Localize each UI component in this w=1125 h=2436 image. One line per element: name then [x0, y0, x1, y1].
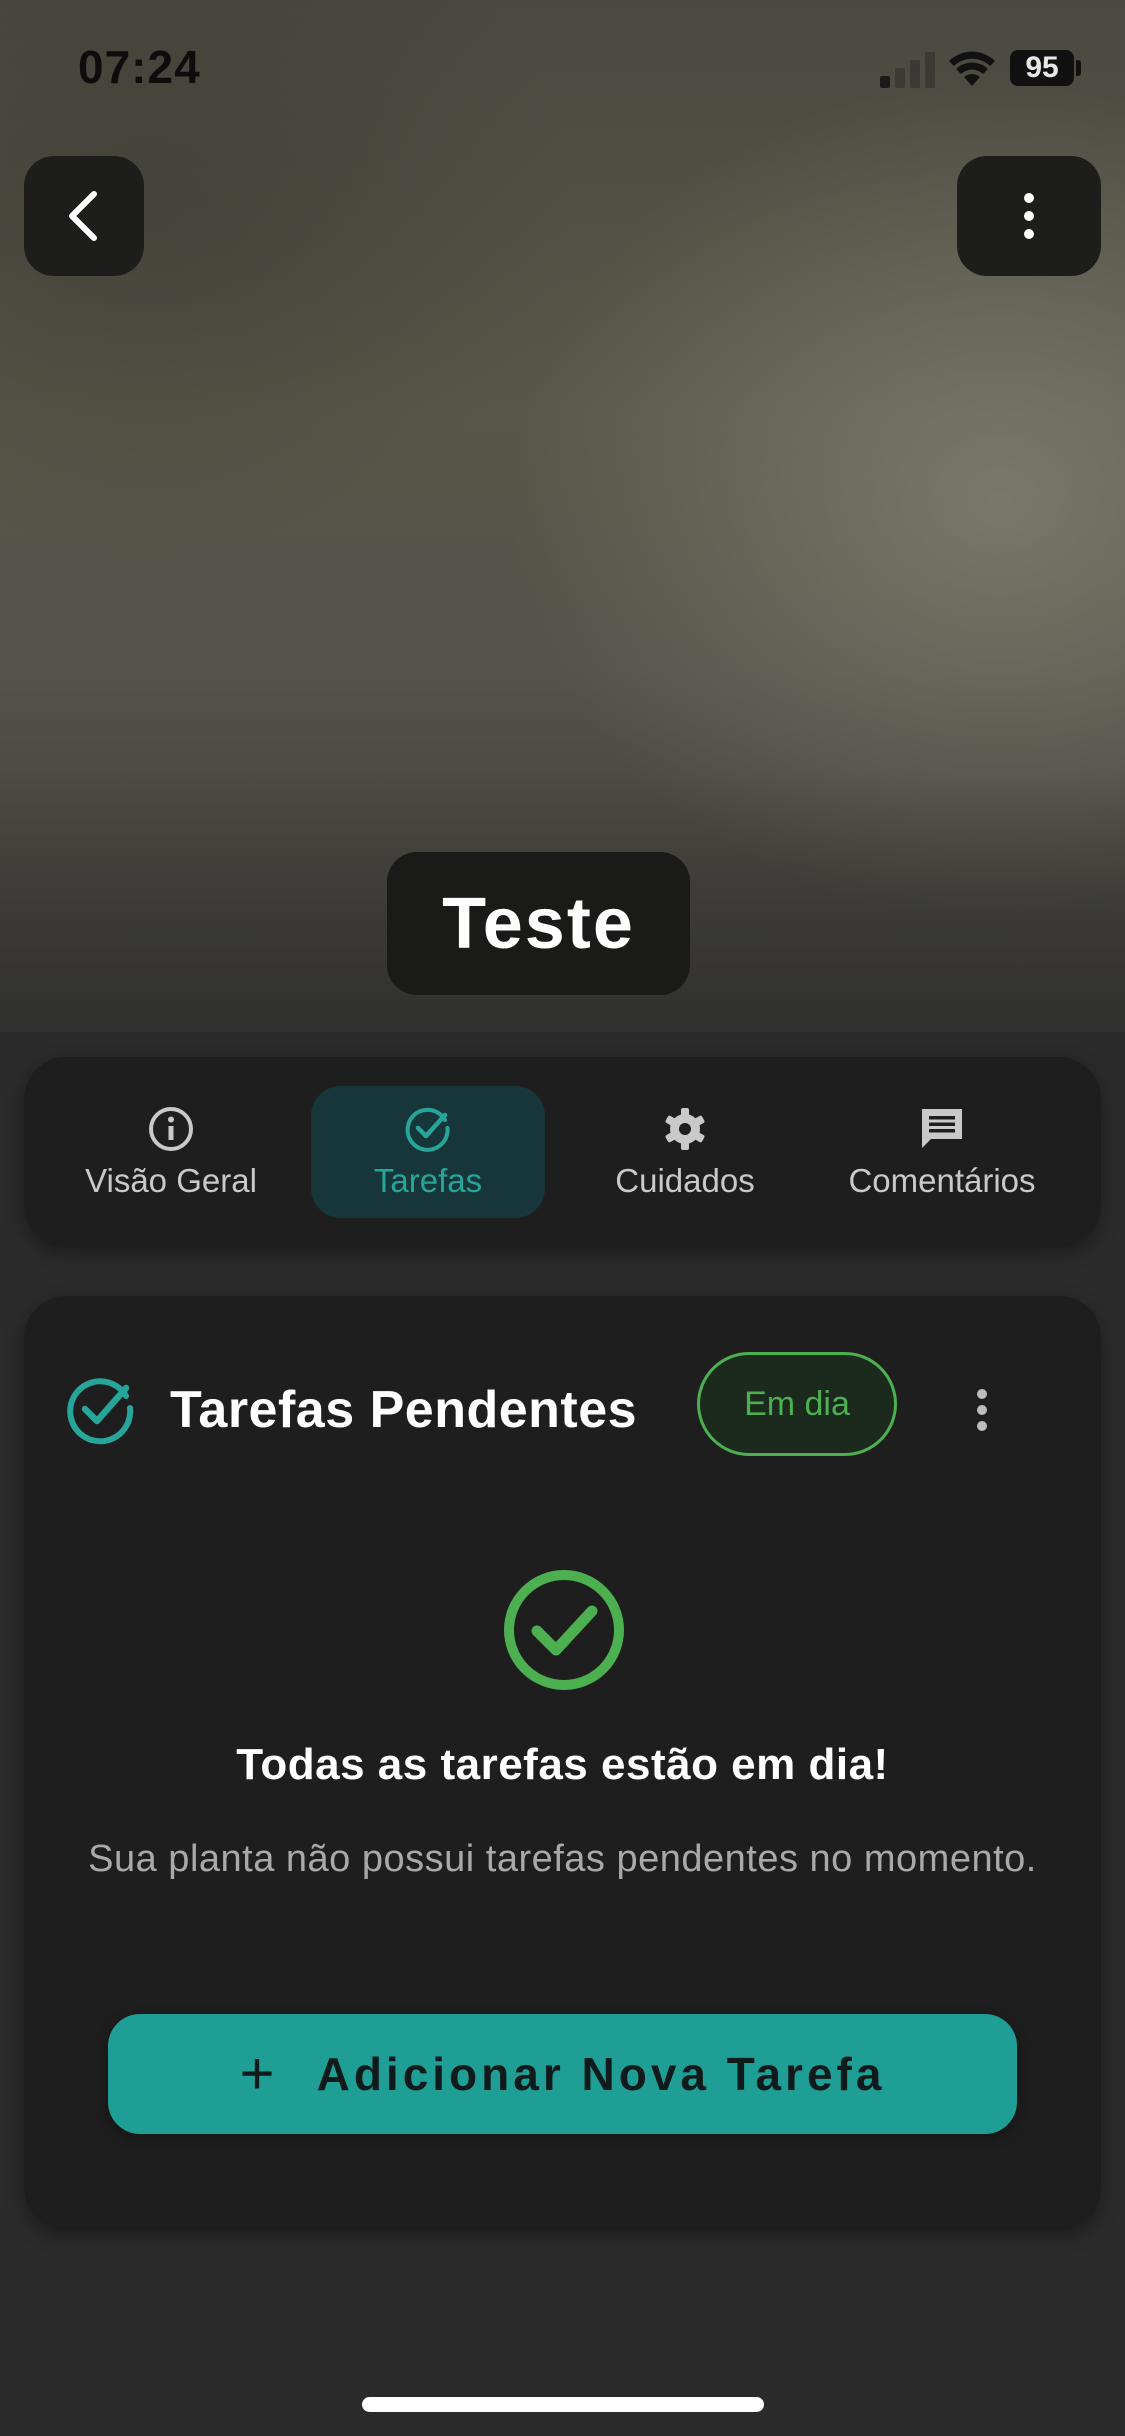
chevron-left-icon [69, 191, 97, 241]
more-vertical-icon [977, 1389, 987, 1431]
plant-name-title: Teste [387, 852, 690, 995]
empty-state-subtitle: Sua planta não possui tarefas pendentes … [88, 1838, 1037, 1880]
comment-icon [919, 1104, 965, 1154]
gear-icon [662, 1104, 708, 1154]
add-task-button[interactable]: + Adicionar Nova Tarefa [108, 2014, 1017, 2134]
tab-label: Cuidados [615, 1162, 755, 1199]
info-icon [148, 1104, 194, 1154]
empty-state-title: Todas as tarefas estão em dia! [236, 1740, 889, 1789]
plant-detail-screen: 07:24 95 Teste Visão Geral Tarefas Cuida… [0, 0, 1125, 2436]
status-bar: 07:24 95 [0, 0, 1125, 140]
card-title: Tarefas Pendentes [170, 1381, 638, 1439]
card-more-button[interactable] [960, 1374, 1004, 1446]
tab-bar: Visão Geral Tarefas Cuidados Comentários [24, 1057, 1101, 1247]
battery-icon: 95 [1010, 50, 1074, 86]
status-time: 07:24 [78, 41, 201, 93]
status-badge: Em dia [697, 1352, 897, 1456]
wifi-icon [949, 51, 995, 86]
more-vertical-icon [1024, 193, 1034, 239]
tab-tarefas[interactable]: Tarefas [311, 1086, 545, 1218]
tab-label: Comentários [848, 1162, 1036, 1199]
back-button[interactable] [24, 156, 144, 276]
check-circle-icon [67, 1378, 134, 1445]
plus-icon: + [239, 2040, 279, 2107]
tasks-card: Tarefas Pendentes Em dia Todas as tarefa… [24, 1296, 1101, 2230]
tab-visao-geral[interactable]: Visão Geral [54, 1086, 288, 1218]
tab-comentarios[interactable]: Comentários [825, 1086, 1059, 1218]
battery-tip [1076, 60, 1081, 76]
tab-label: Tarefas [373, 1162, 483, 1199]
more-options-button[interactable] [957, 156, 1101, 276]
tab-label: Visão Geral [85, 1162, 257, 1199]
add-task-label: Adicionar Nova Tarefa [316, 2048, 886, 2100]
tab-cuidados[interactable]: Cuidados [568, 1086, 802, 1218]
check-circle-outline-icon [504, 1570, 624, 1690]
home-indicator[interactable] [362, 2397, 764, 2412]
signal-icon [880, 50, 936, 88]
check-circle-icon [405, 1104, 451, 1154]
